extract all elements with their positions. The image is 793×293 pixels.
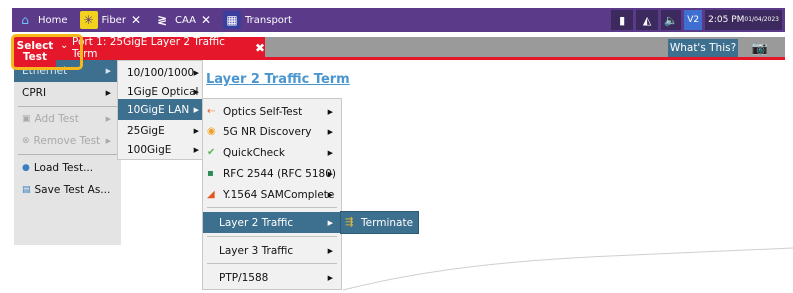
torn-edge bbox=[342, 247, 793, 293]
